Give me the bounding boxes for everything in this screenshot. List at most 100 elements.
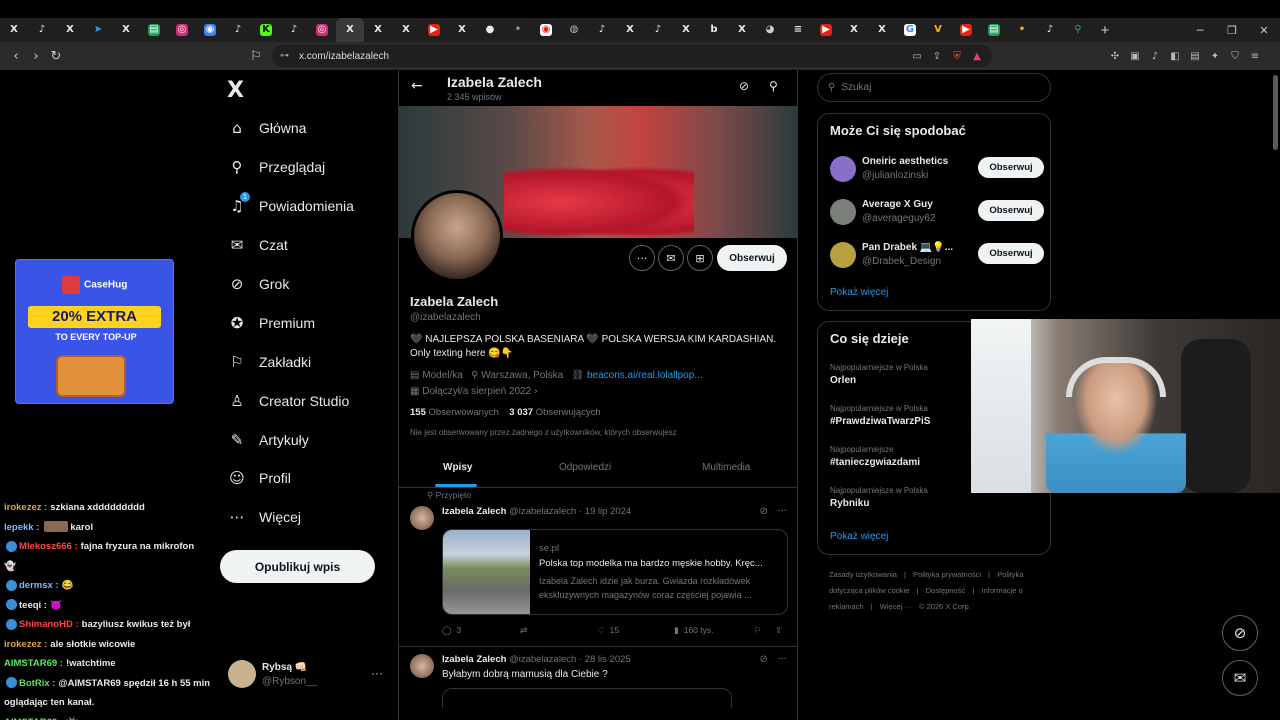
footer-link[interactable]: Dostępność [926, 586, 966, 595]
chat-username[interactable]: lepekk : [4, 522, 39, 533]
browser-tab[interactable]: ● [476, 18, 504, 42]
browser-tab[interactable]: X [448, 18, 476, 42]
footer-link[interactable]: Więcej ··· [880, 602, 912, 611]
browser-tab[interactable]: • [1008, 18, 1036, 42]
chat-username[interactable]: ShimanoHD : [19, 619, 79, 630]
browser-tab[interactable]: ▶ [812, 18, 840, 42]
nav-item-grok[interactable]: ⊘ Grok [226, 271, 290, 297]
browser-tab[interactable]: X [616, 18, 644, 42]
rewards-icon[interactable]: ▲ [970, 49, 984, 63]
suggestion-item[interactable]: Pan Drabek 💻💡... @Drabek_Design Obserwuj [830, 240, 1044, 272]
x-logo-icon[interactable]: X [227, 78, 244, 103]
follow-button[interactable]: Obserwuj [978, 200, 1044, 221]
views-button[interactable]: ▮ 160 tys. [674, 625, 713, 636]
post-author[interactable]: Izabela Zalech [442, 654, 506, 665]
search-input[interactable] [841, 82, 1032, 93]
more-options-icon[interactable]: ··· [629, 245, 655, 271]
browser-tab[interactable]: ⚲ [1064, 18, 1092, 42]
follow-button[interactable]: Obserwuj [978, 243, 1044, 264]
reply-button[interactable]: ◯ 3 [442, 625, 461, 636]
tab-media[interactable]: Multimedia [702, 462, 750, 473]
suggestion-item[interactable]: Oneiric aesthetics @julianlozinski Obserwu… [830, 154, 1044, 186]
avatar[interactable] [410, 506, 434, 530]
share-icon[interactable]: ⇪ [930, 49, 944, 63]
trends-show-more-link[interactable]: Pokaż więcej [830, 531, 888, 542]
grok-icon[interactable]: ⊘ [760, 654, 768, 665]
messages-fab-icon[interactable]: ✉ [1222, 660, 1258, 696]
brave-shield-icon[interactable]: ⛨ [950, 49, 964, 63]
browser-tab[interactable]: X [728, 18, 756, 42]
chat-username[interactable]: dermsx : [19, 580, 59, 591]
more-icon[interactable]: ··· [777, 506, 787, 517]
account-switcher[interactable]: Rybsą 👊🏻 @Rybson__ ··· [228, 660, 388, 690]
footer-link[interactable]: Zasady użytkowania [829, 570, 897, 579]
music-icon[interactable]: ♪ [1148, 49, 1162, 63]
browser-tab[interactable]: ♪ [224, 18, 252, 42]
follow-button[interactable]: Obserwuj [717, 245, 787, 271]
browser-tab[interactable]: • [504, 18, 532, 42]
site-info-icon[interactable]: ⊶ [280, 51, 289, 61]
browser-tab[interactable]: ♪ [644, 18, 672, 42]
browser-tab[interactable]: X [364, 18, 392, 42]
browser-tab[interactable]: ▶ [952, 18, 980, 42]
chat-username[interactable]: teeqi : [19, 600, 47, 611]
new-tab-button[interactable]: + [1092, 18, 1118, 42]
reload-icon[interactable]: ↻ [46, 46, 66, 66]
browser-tab[interactable]: ◉ [196, 18, 224, 42]
browser-tab[interactable]: ♪ [588, 18, 616, 42]
chat-username[interactable]: irokezez : [4, 639, 47, 650]
share-icon[interactable]: ⇪ [775, 625, 787, 636]
back-icon[interactable]: ‹ [6, 46, 26, 66]
nav-item-search[interactable]: ⚲ Przeglądaj [226, 154, 326, 180]
bookmark-icon[interactable]: ⚐ [754, 625, 767, 636]
chat-username[interactable]: AIMSTAR69 : [4, 717, 63, 720]
avatar[interactable] [830, 199, 856, 225]
browser-tab[interactable]: X [868, 18, 896, 42]
grok-fab-icon[interactable]: ⊘ [1222, 615, 1258, 651]
browser-tab[interactable]: b [700, 18, 728, 42]
footer-link[interactable]: © 2026 X Corp. [919, 602, 971, 611]
followers-link[interactable]: 3 037 Obserwujących [509, 407, 600, 418]
follow-button[interactable]: Obserwuj [978, 157, 1044, 178]
browser-tab[interactable]: ♪ [280, 18, 308, 42]
restore-icon[interactable]: ❐ [1216, 18, 1248, 42]
browser-tab[interactable]: ♪ [1036, 18, 1064, 42]
browser-tab[interactable]: ▤ [980, 18, 1008, 42]
chat-username[interactable]: BotRix : [19, 678, 55, 689]
ai-icon[interactable]: ✦ [1208, 49, 1222, 63]
message-icon[interactable]: ✉ [658, 245, 684, 271]
post-author[interactable]: Izabela Zalech [442, 506, 506, 517]
cast-icon[interactable]: ▭ [910, 49, 924, 63]
menu-icon[interactable]: ≡ [1248, 49, 1262, 63]
extensions-icon[interactable]: ✣ [1108, 49, 1122, 63]
post-button[interactable]: Opublikuj wpis [220, 550, 375, 583]
suggestion-item[interactable]: Average X Guy @averageguy62 Obserwuj [830, 197, 1044, 229]
browser-tab[interactable]: ≡ [784, 18, 812, 42]
browser-tab[interactable]: V [924, 18, 952, 42]
forward-icon[interactable]: › [26, 46, 46, 66]
nav-item-home[interactable]: ⌂ Główna [226, 115, 306, 141]
minimize-icon[interactable]: ─ [1184, 18, 1216, 42]
browser-tab[interactable]: X [672, 18, 700, 42]
nav-item-mail[interactable]: ✉ Czat [226, 232, 288, 258]
nav-item-more[interactable]: ⋯ Więcej [226, 504, 302, 530]
nav-item-profile[interactable]: ☺ Profil [226, 465, 291, 491]
browser-tab[interactable]: X [336, 18, 364, 42]
browser-tab[interactable]: ◍ [560, 18, 588, 42]
chevron-right-icon[interactable]: › [534, 386, 538, 397]
vpn-icon[interactable]: ⛉ [1228, 49, 1242, 63]
screenshot-icon[interactable]: ▣ [1128, 49, 1142, 63]
chat-username[interactable]: irokezez : [4, 502, 47, 513]
url-field[interactable]: ⊶ x.com/izabelazalech ▭ ⇪ ⛨ ▲ [272, 45, 992, 67]
following-link[interactable]: 155 Obserwowanych [410, 407, 499, 418]
nav-item-bell[interactable]: ♫ 1 Powiadomienia [226, 192, 354, 219]
post-date[interactable]: · 19 lip 2024 [579, 506, 631, 517]
profile-link[interactable]: beacons.ai/real.lolallpop... [587, 370, 703, 381]
browser-tab[interactable]: G [896, 18, 924, 42]
post-date[interactable]: · 28 lis 2025 [579, 654, 631, 665]
nav-item-article[interactable]: ✎ Artykuły [226, 427, 309, 453]
nav-item-bookmark[interactable]: ⚐ Zakładki [226, 349, 311, 375]
avatar[interactable] [410, 654, 434, 678]
profile-avatar[interactable] [411, 190, 503, 282]
trend-item[interactable]: Najpopularniejsze w Polska #PrawdziwaTwar… [830, 404, 930, 427]
